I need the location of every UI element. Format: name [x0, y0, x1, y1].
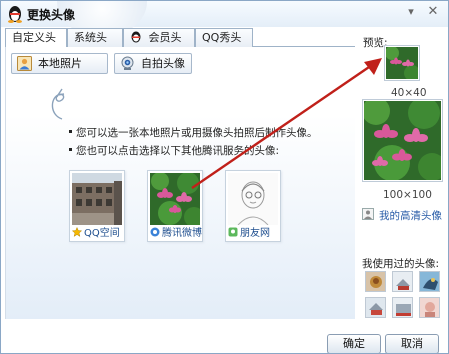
history-label: 我使用过的头像:: [362, 258, 440, 270]
self-shot-label: 自拍头像: [141, 57, 185, 70]
tab-system-avatar[interactable]: 系统头像: [67, 28, 123, 62]
person-photo-icon: [17, 56, 32, 71]
red-arrow-annotation: [191, 58, 382, 189]
service-qzone-card[interactable]: QQ空间: [69, 170, 125, 242]
qq-penguin-icon: [131, 31, 141, 43]
tab-custom-avatar[interactable]: 自定义头像: [5, 28, 67, 62]
cancel-button[interactable]: 取消: [385, 334, 439, 353]
preview-large-size: 100×100: [383, 189, 432, 201]
webcam-icon: [121, 56, 134, 70]
self-shot-button[interactable]: 自拍头像: [114, 53, 192, 74]
history-avatar[interactable]: [365, 297, 386, 318]
title-bar: 更换头像 ▾ ✕: [1, 1, 448, 37]
weibo-icon: [150, 227, 160, 237]
service-label: QQ空间: [72, 227, 122, 241]
history-avatar[interactable]: [419, 271, 440, 292]
local-photo-button[interactable]: 本地照片: [11, 53, 108, 74]
tab-bar: 自定义头像 系统头像 会员头像 QQ秀头像: [5, 28, 355, 62]
change-avatar-dialog: 更换头像 ▾ ✕ 自定义头像 系统头像 会员头像 QQ秀头像: [0, 0, 449, 354]
history-avatar[interactable]: [392, 271, 413, 292]
user-icon: [362, 208, 374, 220]
preview-large: [362, 99, 443, 182]
hd-avatar-link[interactable]: 我的高清头像: [379, 208, 442, 223]
curl-arrow-icon: [51, 88, 65, 120]
tab-qqshow-avatar[interactable]: QQ秀头像: [195, 28, 253, 62]
history-avatar[interactable]: [419, 297, 440, 318]
qzone-avatar-image: [72, 173, 122, 225]
preview-small-size: 40×40: [391, 87, 427, 99]
menu-icon[interactable]: ▾: [403, 4, 419, 20]
pengyou-icon: [228, 227, 238, 237]
close-icon[interactable]: ✕: [425, 4, 441, 20]
tab-member-avatar[interactable]: 会员头像: [123, 28, 195, 62]
service-label: 腾讯微博: [150, 227, 202, 241]
window-title: 更换头像: [27, 8, 76, 22]
ok-button[interactable]: 确定: [327, 334, 381, 353]
history-avatar[interactable]: [392, 297, 413, 318]
history-avatar[interactable]: [365, 271, 386, 292]
qq-penguin-icon: [8, 6, 22, 23]
local-photo-label: 本地照片: [38, 57, 82, 70]
service-label: 朋友网: [228, 227, 278, 241]
preview-small: [384, 45, 420, 81]
star-icon: [72, 227, 82, 237]
